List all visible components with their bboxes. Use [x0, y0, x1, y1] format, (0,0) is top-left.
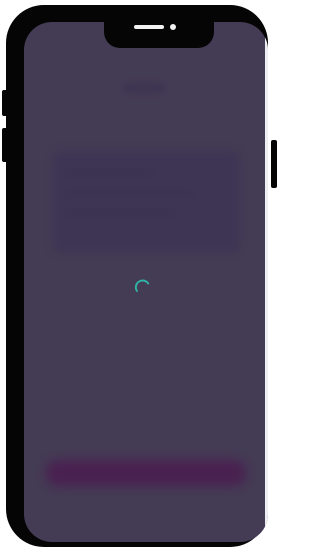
blurred-content-line — [64, 170, 154, 176]
blurred-content-line — [64, 190, 194, 196]
loading-spinner-icon — [134, 279, 150, 292]
speaker-grille — [134, 25, 164, 29]
phone-frame — [6, 5, 268, 547]
phone-notch — [104, 22, 214, 48]
blurred-content-line — [64, 210, 174, 216]
power-button — [271, 140, 277, 188]
blurred-header-title — [124, 84, 164, 92]
front-camera-icon — [170, 24, 176, 30]
blurred-primary-button — [46, 460, 246, 486]
app-screen — [24, 22, 268, 542]
blurred-content-card — [54, 152, 239, 252]
screen-edge-highlight — [265, 22, 268, 542]
